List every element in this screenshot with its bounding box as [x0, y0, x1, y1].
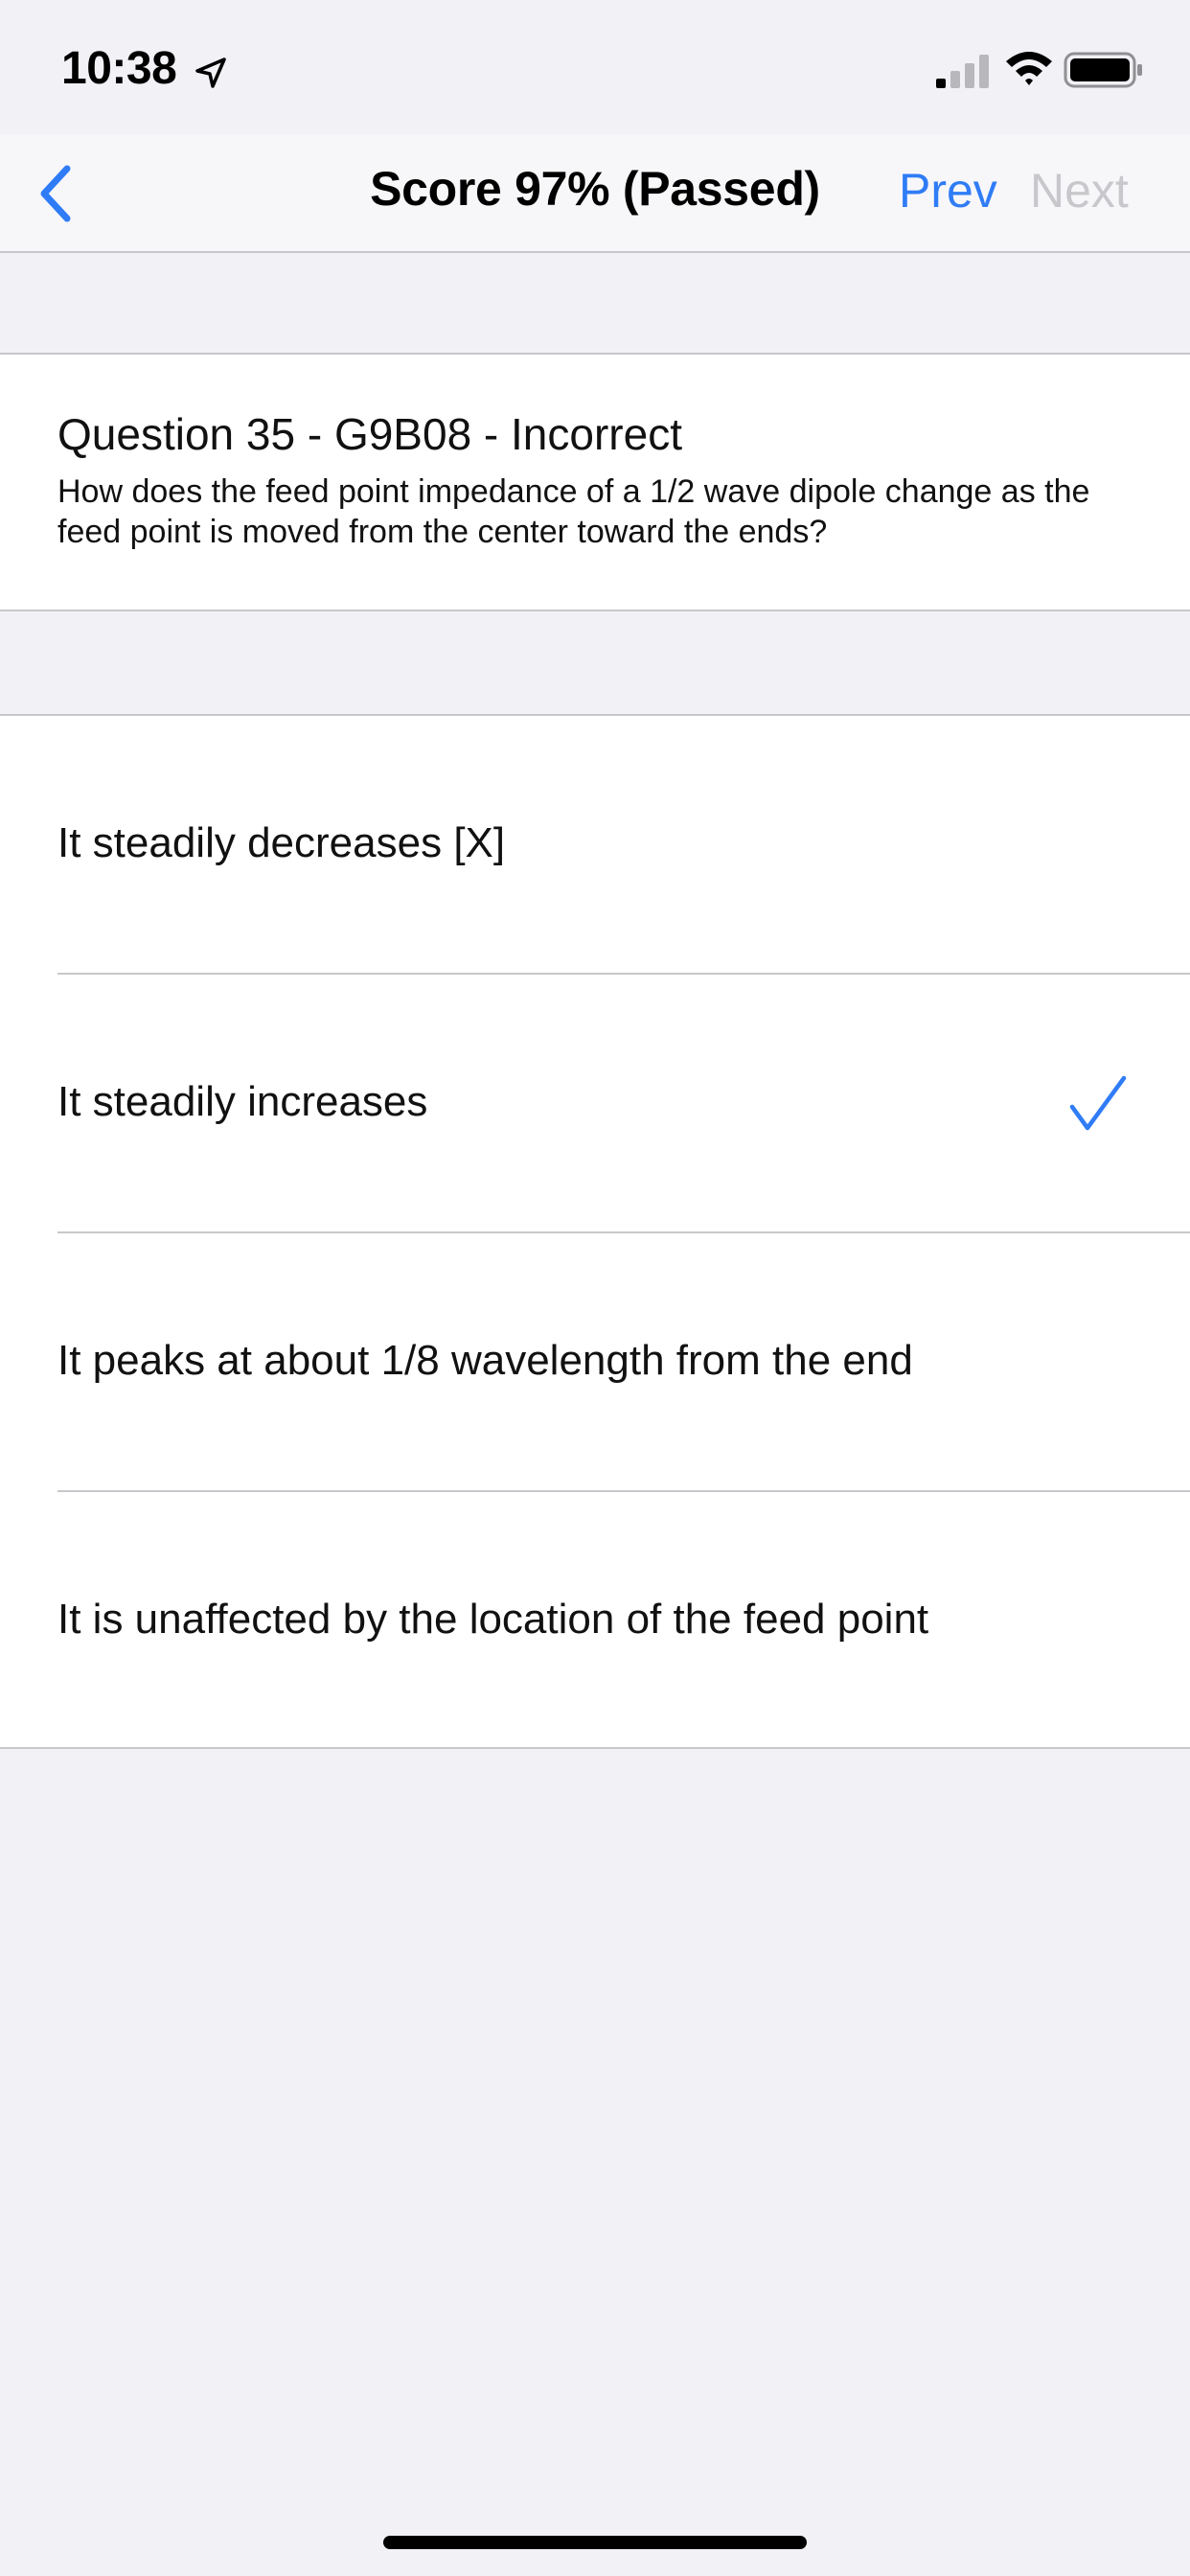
- question-text: How does the feed point impedance of a 1…: [57, 473, 1090, 550]
- navigation-bar: Score 97% (Passed) Prev Next: [0, 134, 1190, 253]
- question-card: Question 35 - G9B08 - Incorrect How does…: [0, 353, 1190, 611]
- status-bar: 10:38: [0, 0, 1190, 134]
- answer-option-3[interactable]: It peaks at about 1/8 wavelength from th…: [0, 1233, 1190, 1492]
- answer-option-4[interactable]: It is unaffected by the location of the …: [0, 1492, 1190, 1751]
- answer-label: It peaks at about 1/8 wavelength from th…: [57, 1337, 913, 1384]
- answer-list: It steadily decreases [X] It steadily in…: [0, 714, 1190, 1749]
- answer-label: It steadily decreases [X]: [57, 819, 506, 866]
- battery-icon: [1064, 52, 1142, 88]
- home-indicator[interactable]: [383, 2536, 807, 2549]
- answer-option-2[interactable]: It steadily increases: [0, 975, 1190, 1233]
- page-title: Score 97% (Passed): [370, 162, 820, 216]
- next-button: Next: [1030, 164, 1129, 218]
- answer-label: It is unaffected by the location of the …: [57, 1596, 929, 1643]
- wifi-icon: [1006, 52, 1052, 85]
- location-arrow-icon: [195, 58, 226, 88]
- checkmark-icon: [1069, 1075, 1127, 1131]
- answer-label: It steadily increases: [57, 1078, 428, 1125]
- question-heading: Question 35 - G9B08 - Incorrect: [57, 409, 682, 459]
- answer-option-1[interactable]: It steadily decreases [X]: [0, 716, 1190, 975]
- cellular-signal-icon: [936, 55, 989, 88]
- prev-button[interactable]: Prev: [899, 163, 997, 218]
- status-time: 10:38: [61, 43, 177, 94]
